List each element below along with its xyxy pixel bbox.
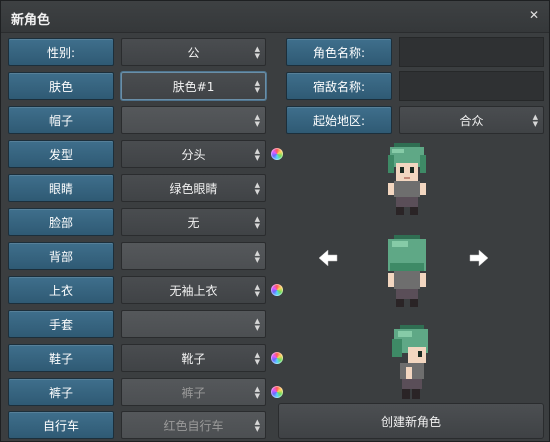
option-select[interactable]: 分头 ▲ ▼ — [121, 140, 266, 168]
window-title: 新角色 — [11, 13, 51, 28]
option-value: 公 — [187, 45, 200, 60]
option-value: 分头 — [181, 147, 206, 162]
option-label: 裤子 — [8, 378, 114, 406]
option-select: ▲ ▼ — [121, 106, 266, 134]
option-value: 红色自行车 — [163, 418, 224, 433]
option-value: 裤子 — [181, 385, 206, 400]
character-preview-side — [392, 325, 428, 399]
new-character-window: 新角色 ✕ 性别: 公 ▲ ▼ 肤色 肤色#1 ▲ ▼ 帽子 ▲ ▼ 发型 分头 ▲ ▼ 眼睛 绿色眼睛 ▲ ▼ 脸部… — [0, 0, 550, 442]
option-select[interactable]: 靴子 ▲ ▼ — [121, 344, 266, 372]
starting-region-select[interactable]: 合众 ▲ ▼ — [399, 106, 544, 134]
option-select[interactable]: 无 ▲ ▼ — [121, 208, 266, 236]
color-picker-icon[interactable] — [271, 148, 283, 160]
option-label: 背部 — [8, 242, 114, 270]
option-value: 无袖上衣 — [169, 283, 218, 298]
option-label: 发型 — [8, 140, 114, 168]
rival-name-input[interactable] — [399, 71, 544, 101]
select-arrows-icon: ▲ ▼ — [254, 113, 260, 128]
option-select[interactable]: 肤色#1 ▲ ▼ — [121, 72, 266, 100]
option-label: 上衣 — [8, 276, 114, 304]
option-value: 肤色#1 — [172, 79, 215, 94]
select-arrows-icon: ▲ ▼ — [254, 385, 260, 400]
select-arrows-icon: ▲ ▼ — [254, 79, 260, 94]
select-arrows-icon: ▲ ▼ — [254, 418, 260, 433]
color-picker-icon[interactable] — [271, 284, 283, 296]
rival-name-label: 宿敌名称: — [286, 72, 392, 100]
color-picker-icon[interactable] — [271, 386, 283, 398]
character-preview-back — [388, 235, 426, 307]
option-value: 绿色眼睛 — [169, 181, 218, 196]
option-select: 红色自行车 ▲ ▼ — [121, 411, 266, 439]
option-select[interactable]: 公 ▲ ▼ — [121, 38, 266, 66]
option-select: ▲ ▼ — [121, 310, 266, 338]
arrow-left-icon[interactable] — [317, 247, 339, 269]
character-name-input[interactable] — [399, 37, 544, 67]
select-arrows-icon: ▲ ▼ — [532, 113, 538, 128]
select-arrows-icon: ▲ ▼ — [254, 249, 260, 264]
select-arrows-icon: ▲ ▼ — [254, 215, 260, 230]
title-bar: 新角色 ✕ — [1, 1, 549, 33]
option-value: 无 — [187, 215, 200, 230]
color-picker-icon[interactable] — [271, 352, 283, 364]
starting-region-value: 合众 — [459, 113, 484, 128]
select-arrows-icon: ▲ ▼ — [254, 181, 260, 196]
option-label: 帽子 — [8, 106, 114, 134]
character-preview-front — [388, 143, 426, 215]
arrow-right-icon[interactable] — [468, 247, 490, 269]
starting-region-label: 起始地区: — [286, 106, 392, 134]
select-arrows-icon: ▲ ▼ — [254, 283, 260, 298]
select-arrows-icon: ▲ ▼ — [254, 351, 260, 366]
select-arrows-icon: ▲ ▼ — [254, 317, 260, 332]
character-name-label: 角色名称: — [286, 38, 392, 66]
option-label: 脸部 — [8, 208, 114, 236]
option-select[interactable]: 绿色眼睛 ▲ ▼ — [121, 174, 266, 202]
option-label: 手套 — [8, 310, 114, 338]
option-label: 肤色 — [8, 72, 114, 100]
create-character-button[interactable]: 创建新角色 — [278, 403, 544, 439]
option-select[interactable]: 无袖上衣 ▲ ▼ — [121, 276, 266, 304]
option-select: ▲ ▼ — [121, 242, 266, 270]
select-arrows-icon: ▲ ▼ — [254, 45, 260, 60]
option-select: 裤子 ▲ ▼ — [121, 378, 266, 406]
option-label: 眼睛 — [8, 174, 114, 202]
option-label: 性别: — [8, 38, 114, 66]
option-label: 自行车 — [8, 411, 114, 439]
select-arrows-icon: ▲ ▼ — [254, 147, 260, 162]
close-icon[interactable]: ✕ — [527, 8, 541, 22]
option-label: 鞋子 — [8, 344, 114, 372]
option-value: 靴子 — [181, 351, 206, 366]
